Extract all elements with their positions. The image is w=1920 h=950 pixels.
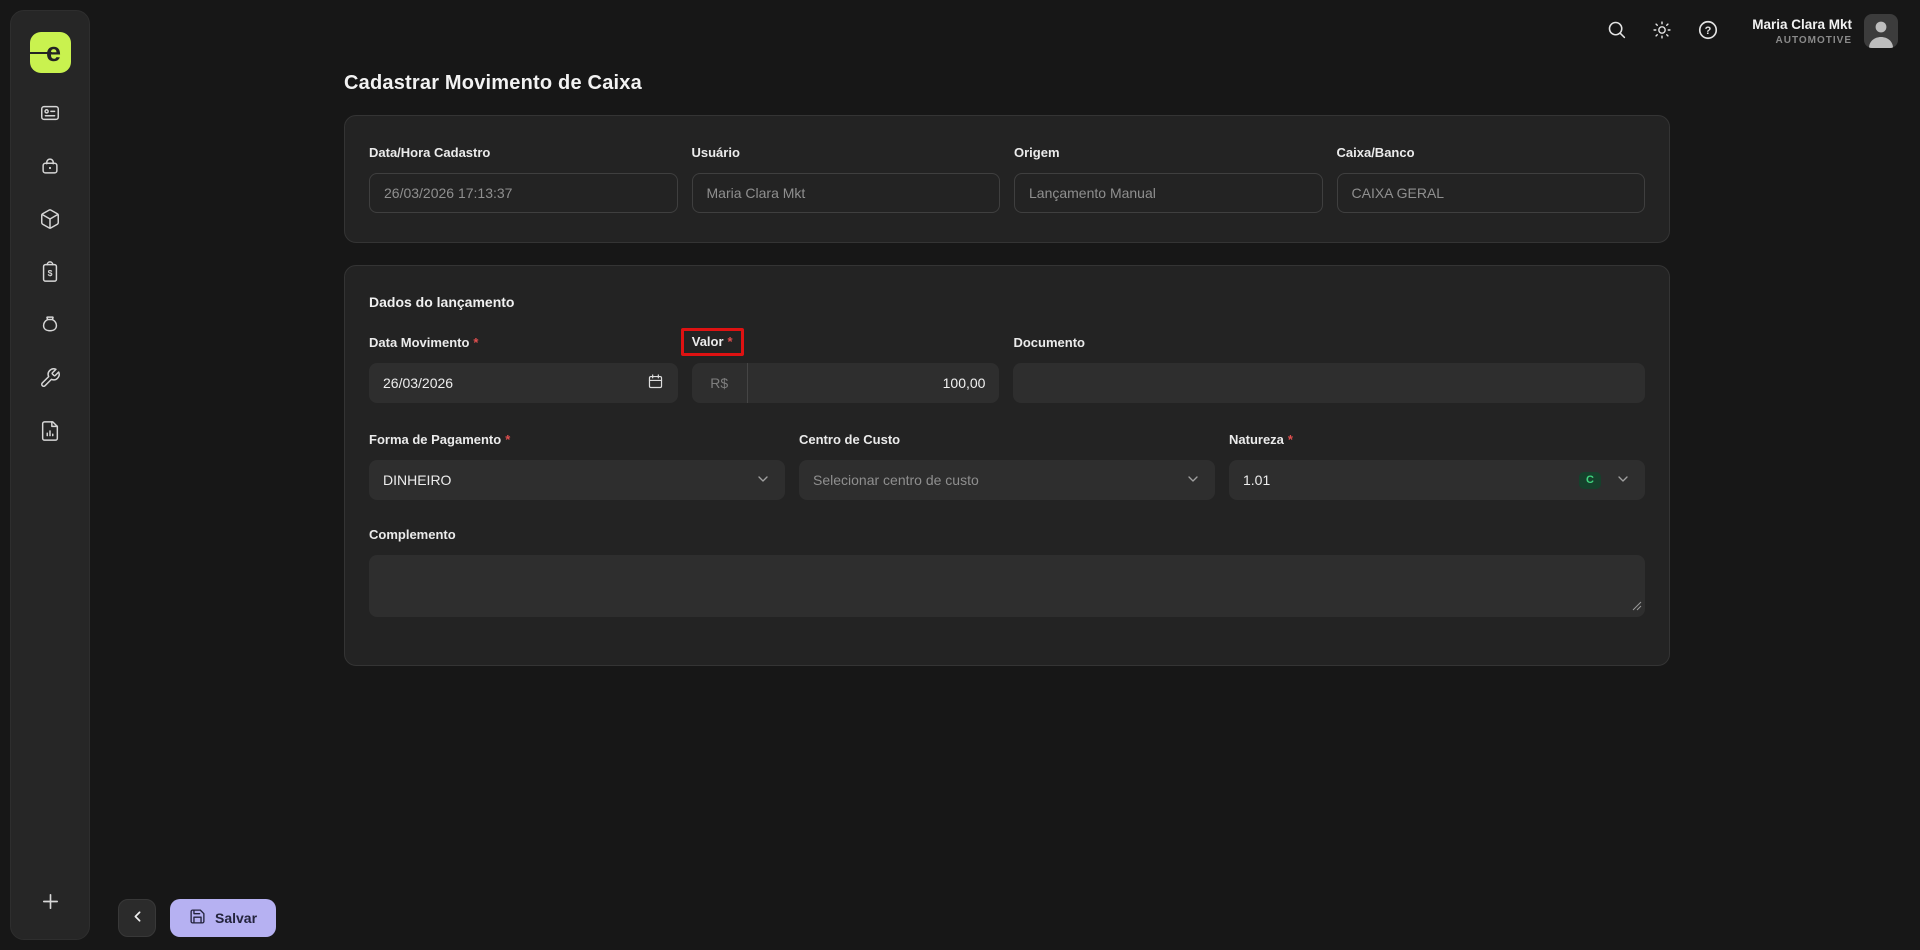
resize-grip-icon[interactable] <box>1632 598 1642 614</box>
main-content: Cadastrar Movimento de Caixa Data/Hora C… <box>344 0 1670 666</box>
documento-input[interactable] <box>1013 363 1645 403</box>
field-label: Data Movimento <box>369 334 470 350</box>
field-label: Complemento <box>369 526 456 542</box>
field-origem: Origem Lançamento Manual <box>1014 144 1323 213</box>
valor-value: 100,00 <box>942 375 986 391</box>
svg-text:$: $ <box>48 268 53 278</box>
user-info: Maria Clara Mkt AUTOMOTIVE <box>1752 17 1852 46</box>
field-complemento: Complemento <box>369 526 1645 617</box>
field-label: Natureza <box>1229 431 1284 447</box>
field-natureza: Natureza * 1.01 C <box>1229 431 1645 500</box>
centro-custo-select[interactable]: Selecionar centro de custo <box>799 460 1215 500</box>
sidebar-item-tools[interactable] <box>39 367 61 389</box>
sidebar-add-button[interactable] <box>38 889 62 913</box>
sidebar-item-billing[interactable]: $ <box>39 261 61 283</box>
save-button[interactable]: Salvar <box>170 899 277 937</box>
back-button[interactable] <box>118 899 156 937</box>
invoice-clipboard-icon: $ <box>39 261 61 283</box>
field-usuario: Usuário Maria Clara Mkt <box>691 144 1000 213</box>
avatar[interactable] <box>1864 14 1898 48</box>
footer-actions: Salvar <box>118 899 277 937</box>
plus-icon <box>39 890 62 913</box>
report-file-icon <box>39 420 61 442</box>
wrench-icon <box>39 367 61 389</box>
sidebar-nav: $ <box>39 102 61 442</box>
sidebar-item-finance[interactable] <box>39 314 61 336</box>
valor-input[interactable]: R$ 100,00 <box>691 363 1000 403</box>
field-centro-custo: Centro de Custo Selecionar centro de cus… <box>799 431 1215 500</box>
user-menu[interactable]: Maria Clara Mkt AUTOMOTIVE <box>1752 14 1898 48</box>
svg-text:?: ? <box>1705 24 1712 36</box>
app-logo[interactable]: e <box>29 32 71 73</box>
calendar-icon[interactable] <box>647 373 664 393</box>
user-org: AUTOMOTIVE <box>1775 34 1852 46</box>
natureza-select[interactable]: 1.01 C <box>1229 460 1645 500</box>
origem-input[interactable]: Lançamento Manual <box>1014 173 1323 213</box>
entry-card: Dados do lançamento Data Movimento * 26/… <box>344 265 1670 666</box>
credit-badge: C <box>1579 471 1601 489</box>
chevron-down-icon <box>755 471 771 490</box>
field-caixa-banco: Caixa/Banco CAIXA GERAL <box>1336 144 1645 213</box>
select-value: 1.01 <box>1243 472 1271 488</box>
select-placeholder: Selecionar centro de custo <box>813 472 979 488</box>
chevron-left-icon <box>129 908 146 928</box>
usuario-input[interactable]: Maria Clara Mkt <box>691 173 1000 213</box>
required-mark: * <box>727 334 733 349</box>
field-label: Caixa/Banco <box>1336 144 1415 160</box>
field-label: Origem <box>1014 144 1060 160</box>
id-card-icon <box>39 102 61 124</box>
field-label: Valor <box>691 334 724 349</box>
select-value: DINHEIRO <box>383 472 452 488</box>
save-floppy-icon <box>189 908 206 928</box>
field-forma-pagamento: Forma de Pagamento * DINHEIRO <box>369 431 785 500</box>
help-circle-icon: ? <box>1697 19 1719 44</box>
required-mark: * <box>473 334 479 350</box>
field-data-hora-cadastro: Data/Hora Cadastro 26/03/2026 17:13:37 <box>369 144 678 213</box>
field-label: Usuário <box>691 144 740 160</box>
required-mark: * <box>1287 431 1293 447</box>
field-label: Data/Hora Cadastro <box>369 144 491 160</box>
page-title: Cadastrar Movimento de Caixa <box>344 72 642 94</box>
save-button-label: Salvar <box>215 910 258 926</box>
user-name: Maria Clara Mkt <box>1752 16 1852 32</box>
data-hora-cadastro-input[interactable]: 26/03/2026 17:13:37 <box>369 173 678 213</box>
field-label: Documento <box>1013 334 1085 350</box>
logo-bar <box>29 51 52 55</box>
date-value: 26/03/2026 <box>383 375 454 391</box>
sidebar-item-reports[interactable] <box>39 420 61 442</box>
forma-pagamento-select[interactable]: DINHEIRO <box>369 460 785 500</box>
field-valor: Valor * R$ 100,00 <box>680 328 1000 403</box>
valor-highlight-box: Valor * <box>680 328 744 356</box>
sidebar: e $ <box>10 10 90 940</box>
field-label: Forma de Pagamento <box>369 431 502 447</box>
data-movimento-input[interactable]: 26/03/2026 <box>369 363 678 403</box>
required-mark: * <box>505 431 511 447</box>
currency-prefix: R$ <box>692 363 748 403</box>
field-data-movimento: Data Movimento * 26/03/2026 <box>369 334 678 403</box>
complemento-textarea[interactable] <box>369 555 1645 617</box>
sidebar-item-products[interactable] <box>39 208 61 230</box>
basket-icon <box>39 155 61 177</box>
caixa-banco-input[interactable]: CAIXA GERAL <box>1336 173 1645 213</box>
chevron-down-icon <box>1185 471 1201 490</box>
help-button[interactable]: ? <box>1696 19 1720 43</box>
sidebar-item-contacts[interactable] <box>39 102 61 124</box>
field-documento: Documento <box>1013 334 1645 403</box>
money-bag-icon <box>39 314 61 336</box>
section-title: Dados do lançamento <box>369 294 515 310</box>
chevron-down-icon <box>1615 471 1631 490</box>
info-card: Data/Hora Cadastro 26/03/2026 17:13:37 U… <box>344 115 1670 243</box>
field-label: Centro de Custo <box>799 431 901 447</box>
package-icon <box>39 208 61 230</box>
sidebar-item-sales[interactable] <box>39 155 61 177</box>
